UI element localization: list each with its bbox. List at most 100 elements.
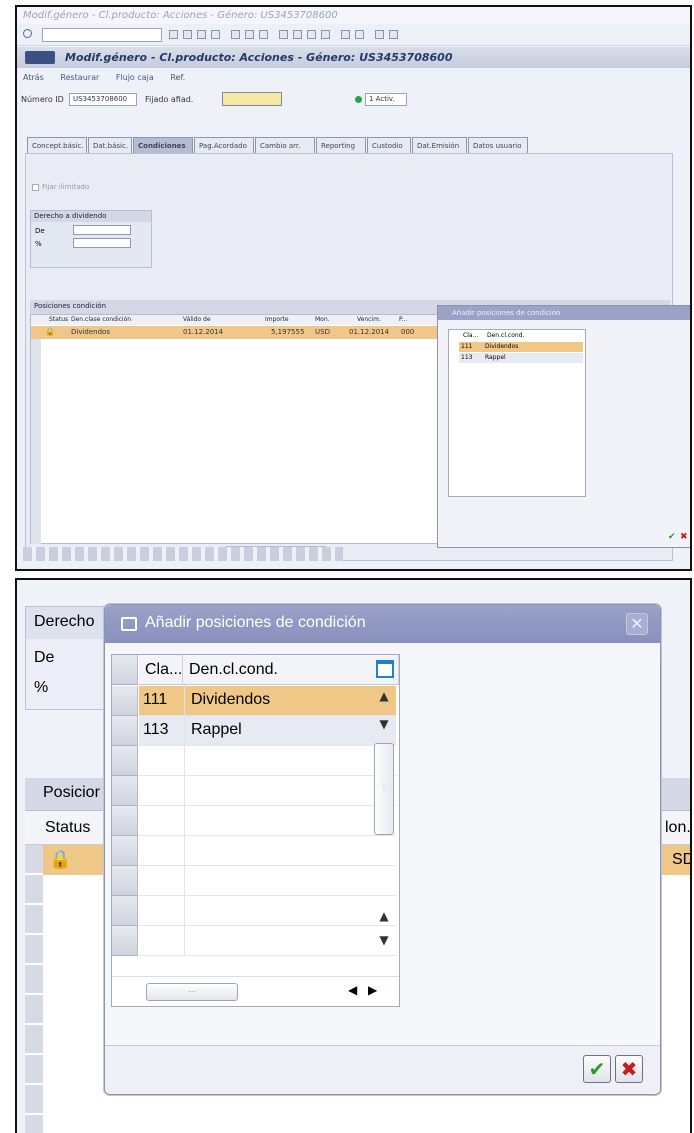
- last-page-icon[interactable]: [321, 30, 330, 39]
- row-condition: Dividendos: [71, 328, 110, 336]
- row-selector-5[interactable]: [112, 806, 138, 836]
- find-next-icon[interactable]: [259, 30, 268, 39]
- row-selector-column[interactable]: [31, 339, 41, 544]
- row-selector-1[interactable]: [112, 686, 138, 716]
- print-icon[interactable]: [231, 30, 240, 39]
- first-page-icon[interactable]: [279, 30, 288, 39]
- list-item-empty[interactable]: [139, 926, 396, 956]
- horizontal-scroll-thumb[interactable]: ⋯: [146, 983, 238, 1001]
- layout-columns-icon[interactable]: [376, 660, 394, 678]
- mini-row-1-code: 111: [461, 343, 473, 350]
- row-selector-6[interactable]: [112, 836, 138, 866]
- col-header-name[interactable]: Den.cl.cond.: [183, 655, 399, 685]
- prev-page-icon[interactable]: [293, 30, 302, 39]
- toolbar-cashflow[interactable]: Flujo caja: [116, 73, 154, 82]
- dialog-close-button[interactable]: ✕: [626, 613, 648, 635]
- mini-col-name[interactable]: Den.cl.cond.: [487, 332, 524, 339]
- number-field[interactable]: US3453708600: [69, 93, 137, 106]
- vertical-scroll-thumb[interactable]: ⋮: [374, 743, 394, 835]
- col-currency[interactable]: Mon.: [315, 316, 330, 323]
- tab-custodio[interactable]: Custodio: [367, 137, 411, 153]
- system-toolbar: [17, 24, 690, 46]
- unlimited-checkbox[interactable]: [32, 184, 39, 191]
- tab-dat-emision[interactable]: Dat.Emisión: [412, 137, 467, 153]
- tab-dat-basic[interactable]: Dat.básic.: [88, 137, 132, 153]
- bottom-toolbar[interactable]: [23, 547, 343, 561]
- list-item-empty[interactable]: [139, 776, 396, 806]
- row-selector-3[interactable]: [112, 746, 138, 776]
- menu-icon[interactable]: [25, 51, 55, 64]
- help-icon[interactable]: [375, 30, 384, 39]
- zoomed-screenshot: Derecho De % Posicior Status lon. 🔒 SD A…: [15, 578, 692, 1133]
- enter-icon[interactable]: [23, 29, 32, 38]
- new-session-icon[interactable]: [341, 30, 350, 39]
- lock-icon: 🔒: [49, 849, 72, 869]
- select-all-cell[interactable]: [112, 655, 138, 685]
- tab-concept-basic[interactable]: Concept.básic.: [27, 137, 87, 153]
- list-item-empty[interactable]: [139, 896, 396, 926]
- row-selector-2[interactable]: [112, 716, 138, 746]
- list-item-empty[interactable]: [139, 866, 396, 896]
- unlimited-label: Fijar ilimitado: [42, 183, 90, 191]
- header-fields: Número ID US3453708600 Fijado afiad. 1 A…: [17, 91, 690, 115]
- dividend-pct-input[interactable]: [73, 238, 131, 248]
- row-name: Rappel: [191, 721, 242, 738]
- tab-strip: Concept.básic. Dat.básic. Condiciones Pa…: [27, 137, 631, 153]
- col-amount[interactable]: Importe: [265, 316, 289, 323]
- col-due[interactable]: Vencim.: [357, 316, 381, 323]
- col-status[interactable]: Status: [49, 316, 68, 323]
- scroll-down-icon[interactable]: ▼: [372, 933, 396, 957]
- mini-row-1[interactable]: 111 Dividendos: [459, 342, 583, 352]
- next-page-icon[interactable]: [307, 30, 316, 39]
- positions-row-1[interactable]: 🔒 Dividendos 01.12.2014 5,197555 USD 01.…: [31, 326, 455, 339]
- tab-condiciones[interactable]: Condiciones: [133, 137, 193, 153]
- layout-icon[interactable]: [389, 30, 398, 39]
- col-p[interactable]: P...: [399, 316, 407, 323]
- dividend-de-input[interactable]: [73, 225, 131, 235]
- shortcut-icon[interactable]: [355, 30, 364, 39]
- row-selector-4[interactable]: [112, 776, 138, 806]
- col-cond-class[interactable]: Den.clase condición: [71, 316, 131, 323]
- row-selector-8[interactable]: [112, 896, 138, 926]
- list-item-empty[interactable]: [139, 806, 396, 836]
- tab-pag-acordado[interactable]: Pag.Acordado: [194, 137, 254, 153]
- list-item-empty[interactable]: [139, 836, 396, 866]
- mini-cancel-icon[interactable]: ✖: [680, 532, 688, 542]
- cancel-x-icon[interactable]: ✖: [615, 1055, 643, 1083]
- toolbar-back[interactable]: Atrás: [23, 73, 44, 82]
- scroll-up-icon[interactable]: ▲: [372, 689, 396, 713]
- scroll-up-icon[interactable]: ▲: [372, 909, 396, 933]
- cancel-icon[interactable]: [211, 30, 220, 39]
- toolbar-restore[interactable]: Restaurar: [60, 73, 99, 82]
- scroll-left-icon[interactable]: ◀: [348, 983, 357, 997]
- list-item-dividendos[interactable]: 111 Dividendos: [139, 686, 396, 716]
- mini-row-2-code: 113: [461, 354, 473, 361]
- toolbar-ref[interactable]: Ref.: [170, 73, 185, 82]
- row-selector-9[interactable]: [112, 926, 138, 956]
- confirm-check-icon[interactable]: ✔: [583, 1055, 611, 1083]
- dialog-title: Añadir posiciones de condición: [105, 605, 660, 643]
- row-selector-7[interactable]: [112, 866, 138, 896]
- col-valid-from[interactable]: Válido de: [183, 316, 211, 323]
- row-valid-from: 01.12.2014: [183, 328, 224, 336]
- back-icon[interactable]: [183, 30, 192, 39]
- edit-buttons[interactable]: [222, 92, 282, 106]
- list-item-rappel[interactable]: 113 Rappel: [139, 716, 396, 746]
- status-dropdown[interactable]: 1 Activ.: [365, 93, 407, 106]
- command-field[interactable]: [42, 28, 162, 42]
- tab-cambio-arr[interactable]: Cambio arr.: [255, 137, 315, 153]
- exit-icon[interactable]: [197, 30, 206, 39]
- col-header-code[interactable]: Cla...: [139, 655, 183, 685]
- tab-datos-usuario[interactable]: Datos usuario: [468, 137, 528, 153]
- scroll-down-icon[interactable]: ▼: [372, 717, 396, 739]
- save-icon[interactable]: [169, 30, 178, 39]
- list-item-empty[interactable]: [139, 746, 396, 776]
- mini-ok-icon[interactable]: ✔: [668, 532, 676, 542]
- bg-row-selectors[interactable]: [25, 845, 43, 1133]
- horizontal-scrollbar: ⋯ ◀ ▶: [112, 976, 399, 1006]
- scroll-right-icon[interactable]: ▶: [368, 983, 377, 997]
- find-icon[interactable]: [245, 30, 254, 39]
- tab-reporting[interactable]: Reporting: [316, 137, 366, 153]
- mini-col-code[interactable]: Cla...: [463, 332, 478, 339]
- mini-row-2[interactable]: 113 Rappel: [459, 353, 583, 363]
